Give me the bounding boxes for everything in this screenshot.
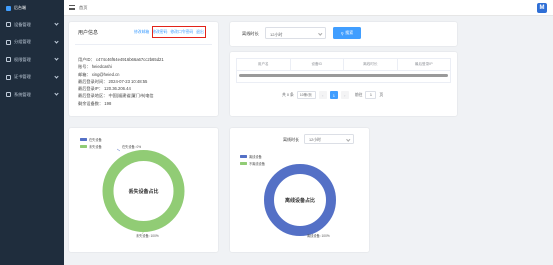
sidebar-brand[interactable]: 后台端 — [0, 0, 64, 16]
chevron-down-icon — [317, 30, 322, 35]
user-email: 邮箱： xing@heied.cn — [78, 71, 120, 77]
offline-table-card: 用户名 设备ID 离线时长 最后登录IP 共 0 条 10条/页 ‹ 1 › 前… — [230, 52, 457, 116]
chevron-left-icon: ‹ — [322, 92, 324, 98]
user-account: 账号： heiedcashi — [78, 64, 112, 70]
lost-device-donut: 在失设备: 0% 未失设备: 100% 丢失设备占比 — [102, 144, 185, 238]
sidebar-item-label: 系统管理 — [14, 91, 31, 97]
sidebar: 后台端 设备管理 分组管理 权限管理 证书管理 系统管理 — [0, 0, 64, 265]
callout-label: 离线设备: 100% — [307, 233, 330, 238]
goto-page-input[interactable]: 1 — [365, 91, 377, 99]
person-icon — [6, 74, 11, 80]
home-icon — [6, 5, 11, 11]
lost-device-chart-card: 在失设备 未失设备 在失设备: 0% 未失设备: 100% 丢失设备占比 — [69, 128, 218, 252]
callout-label: 在失设备: 0% — [122, 144, 141, 149]
page-size-select[interactable]: 10条/页 — [296, 91, 316, 99]
sidebar-item-system[interactable]: 系统管理 — [0, 86, 64, 104]
user-icon — [6, 57, 11, 63]
chevron-down-icon — [54, 56, 59, 61]
horizontal-scrollbar[interactable] — [239, 74, 448, 77]
sidebar-item-certificates[interactable]: 证书管理 — [0, 69, 64, 87]
column-header: 用户名 — [237, 59, 291, 70]
pagination: 共 0 条 10条/页 ‹ 1 › 前往 1 页 — [282, 91, 383, 99]
device-icon — [6, 22, 11, 28]
user-id: 用户ID： c474c46f64e4916b66a67cc2b65d21 — [78, 57, 164, 62]
last-login-ip: 最后登录IP： 120.36.206.44 — [78, 86, 131, 92]
last-login-area: 最后登录地区： 中国|福建省|厦门市|电信 — [78, 93, 154, 99]
sidebar-item-label: 权限管理 — [14, 56, 31, 62]
search-button-label: 搜索 — [345, 30, 354, 35]
column-header: 离线时长 — [344, 59, 398, 70]
offline-duration-value: 12小时 — [270, 31, 283, 37]
sidebar-item-label: 证书管理 — [14, 74, 31, 80]
next-page-button[interactable]: › — [340, 91, 349, 99]
sidebar-item-groups[interactable]: 分组管理 — [0, 34, 64, 52]
sidebar-item-permissions[interactable]: 权限管理 — [0, 51, 64, 69]
page-size-value: 10条/页 — [299, 92, 312, 97]
sidebar-item-devices[interactable]: 设备管理 — [0, 16, 64, 34]
callout-line — [116, 148, 121, 152]
offline-duration-label: 离线时长 — [242, 31, 259, 36]
group-icon — [6, 39, 11, 45]
donut-center-label: 丢失设备占比 — [128, 188, 158, 195]
chevron-right-icon: › — [344, 92, 346, 98]
sidebar-item-label: 设备管理 — [14, 21, 31, 27]
page-number-button[interactable]: 1 — [329, 91, 338, 99]
chevron-down-icon — [54, 38, 59, 44]
settings-icon — [6, 92, 11, 98]
app-logo-icon: M — [537, 3, 547, 13]
page-unit: 页 — [379, 92, 384, 97]
offline-duration-select[interactable]: 12小时 — [265, 27, 326, 39]
table-header: 用户名 设备ID 离线时长 最后登录IP — [237, 59, 450, 71]
offline-device-chart-card: 离线时长 12小时 离线设备 不离线设备 离线设备: 100% 离线设备占比 — [230, 128, 369, 252]
offline-table: 用户名 设备ID 离线时长 最后登录IP — [236, 58, 451, 83]
chevron-down-icon — [54, 73, 59, 79]
sidebar-brand-label: 后台端 — [14, 5, 26, 10]
top-bar: 首页 M — [64, 0, 553, 16]
change-email-link[interactable]: 修改邮箱 — [134, 30, 149, 35]
search-icon: ⚲ — [340, 30, 344, 36]
search-button[interactable]: ⚲ 搜索 — [333, 27, 361, 39]
breadcrumb[interactable]: 首页 — [79, 5, 87, 11]
column-header: 设备ID — [291, 59, 344, 70]
divider — [75, 44, 212, 45]
highlight-box — [152, 26, 206, 38]
callout-label: 未失设备: 100% — [136, 233, 159, 238]
donut-center-label: 离线设备占比 — [285, 197, 315, 204]
user-info-card: 用户信息 修改邮箱 修改密码 修改口令密码 退出 用户ID： c474c46f6… — [69, 22, 218, 116]
menu-toggle-icon[interactable] — [69, 5, 75, 10]
chevron-down-icon — [54, 91, 59, 96]
goto-label: 前往 — [354, 92, 363, 97]
user-info-title: 用户信息 — [78, 30, 99, 36]
last-login-time: 最后登录时间： 2024-07-23 10:48:55 — [78, 78, 148, 84]
device-count: 剩余设备数： 198 — [78, 100, 112, 106]
sidebar-item-label: 分组管理 — [14, 39, 31, 45]
chevron-down-icon — [54, 21, 59, 26]
user-info-list: 用户ID： c474c46f64e4916b66a67cc2b65d21 账号：… — [78, 56, 164, 107]
offline-device-donut: 离线设备: 100% 离线设备占比 — [264, 164, 336, 238]
current-page: 1 — [332, 92, 335, 98]
goto-page-value: 1 — [369, 93, 372, 97]
prev-page-button[interactable]: ‹ — [318, 91, 327, 99]
total-count: 共 0 条 — [282, 92, 294, 97]
column-header: 最后登录IP — [414, 62, 433, 66]
search-card: 离线时长 12小时 ⚲ 搜索 — [230, 22, 457, 46]
